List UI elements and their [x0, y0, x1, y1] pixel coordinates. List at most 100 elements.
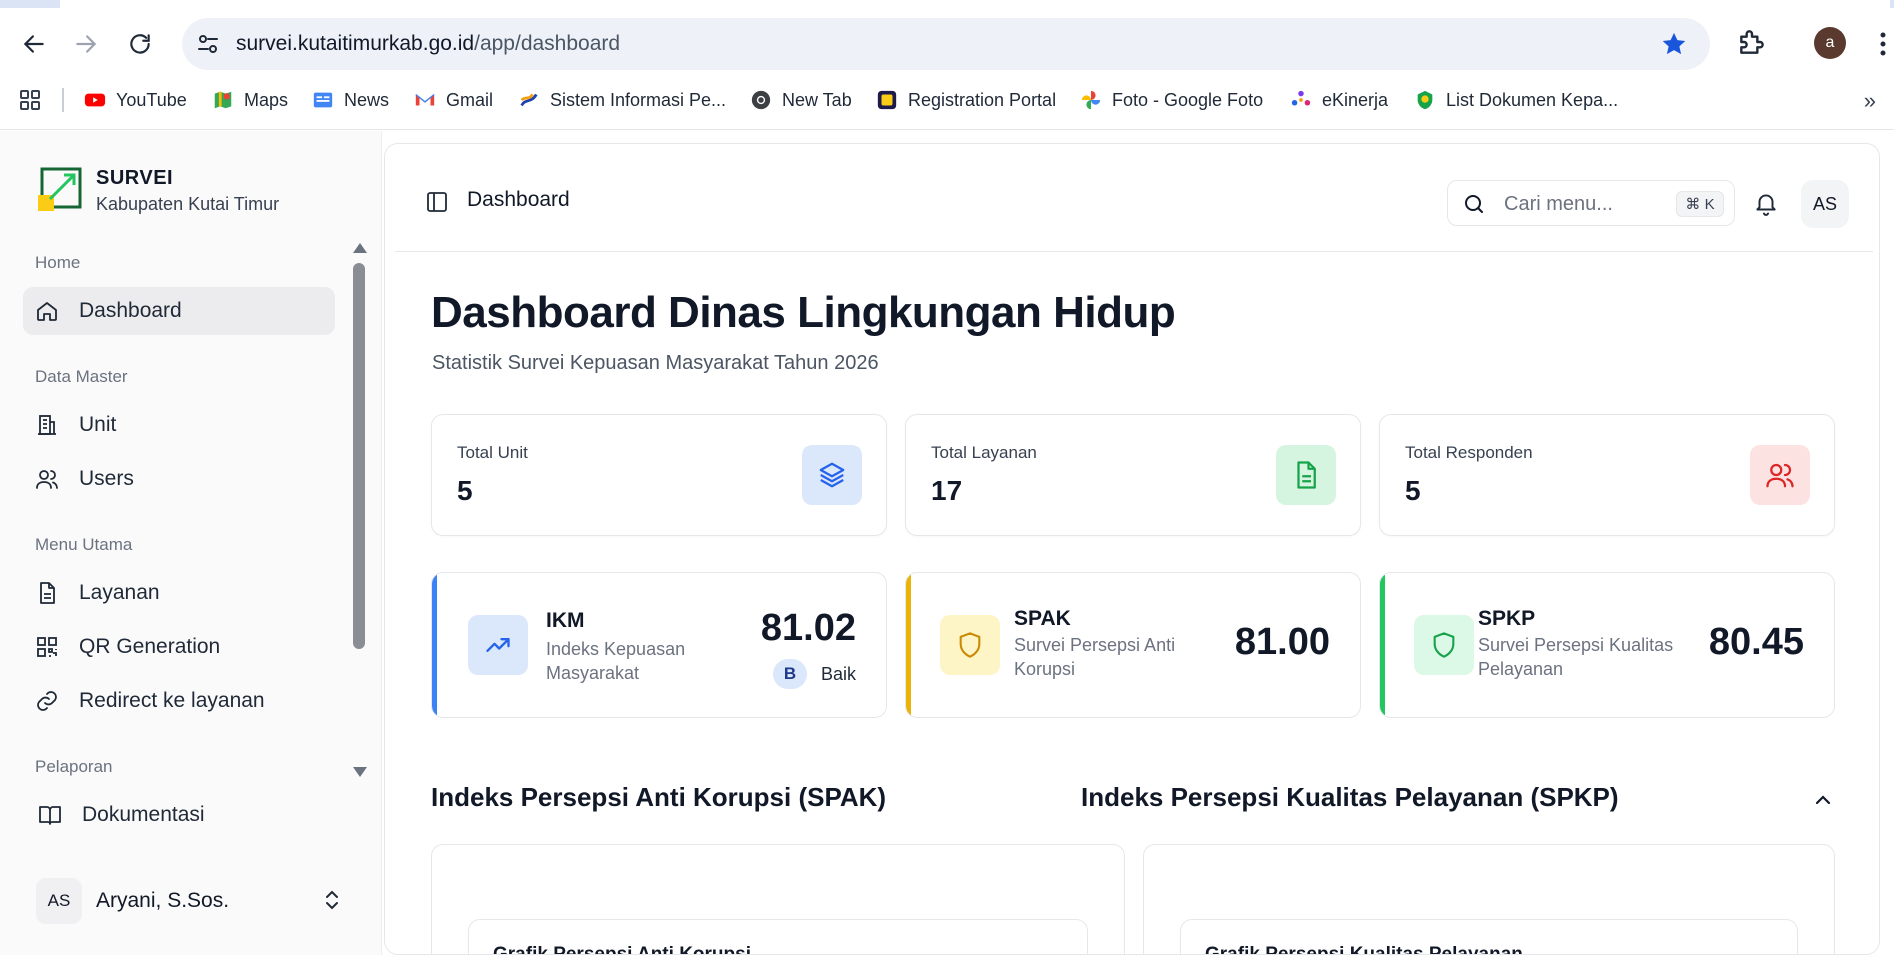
- sidebar-item-label: Layanan: [79, 581, 160, 604]
- sidebar-item-dokumentasi[interactable]: Dokumentasi: [26, 791, 338, 839]
- chevron-up-icon[interactable]: [1811, 788, 1835, 812]
- sidebar-item-qr-generation[interactable]: QR Generation: [23, 623, 335, 671]
- main-content: Dashboard Cari menu... ⌘ K AS Dashboard …: [384, 143, 1880, 955]
- chart-title: Grafik Persepsi Anti Korupsi: [493, 944, 751, 955]
- sidebar-item-label: Users: [79, 467, 134, 490]
- bookmark-google-photos[interactable]: Foto - Google Foto: [1080, 86, 1263, 114]
- grade-badge: B: [772, 659, 807, 689]
- portal-icon: [877, 90, 897, 110]
- url-text[interactable]: survei.kutaitimurkab.go.id/app/dashboard: [236, 32, 620, 56]
- section-label-menu-utama: Menu Utama: [35, 535, 133, 554]
- scroll-down-arrow[interactable]: [353, 767, 367, 777]
- search-input[interactable]: Cari menu... ⌘ K: [1447, 180, 1735, 226]
- score-value: 80.45: [1708, 621, 1804, 663]
- stat-label: Total Layanan: [931, 443, 1037, 462]
- site-settings-icon[interactable]: [196, 32, 220, 56]
- sidebar-item-dashboard[interactable]: Dashboard: [23, 287, 335, 335]
- grade-indicator: B Baik: [772, 659, 856, 689]
- sidebar-scrollbar[interactable]: [350, 243, 367, 783]
- bookmark-ekinerja[interactable]: eKinerja: [1290, 86, 1388, 114]
- score-card-spak: SPAK Survei Persepsi Anti Korupsi 81.00: [905, 572, 1361, 718]
- sidebar-item-label: Redirect ke layanan: [79, 689, 265, 712]
- bookmark-maps[interactable]: Maps: [212, 86, 288, 114]
- score-card-ikm: IKM Indeks Kepuasan Masyarakat 81.02 B B…: [431, 572, 887, 718]
- user-menu[interactable]: AS Aryani, S.Sos.: [36, 875, 348, 927]
- bookmark-new-tab[interactable]: New Tab: [750, 86, 852, 114]
- stat-icon-box: [1750, 445, 1810, 505]
- stat-card-total-unit: Total Unit 5: [431, 414, 887, 536]
- bookmark-news[interactable]: News: [312, 86, 389, 114]
- scroll-thumb[interactable]: [353, 263, 365, 649]
- stat-value: 17: [931, 475, 963, 506]
- brand[interactable]: SURVEI Kabupaten Kutai Timur: [36, 167, 279, 215]
- top-bar: Dashboard Cari menu... ⌘ K AS: [395, 144, 1873, 252]
- bookmark-label: Maps: [244, 89, 289, 110]
- bookmark-label: YouTube: [116, 89, 187, 110]
- section-label-data-master: Data Master: [35, 367, 128, 386]
- gmail-icon: [415, 93, 435, 106]
- chevrons-up-down-icon[interactable]: [320, 888, 344, 912]
- score-description: Survei Persepsi Kualitas Pelayanan: [1478, 635, 1674, 679]
- chart-panel-spkp: Grafik Persepsi Kualitas Pelayanan: [1180, 919, 1798, 954]
- bookmarks-bar: YouTube Maps News Gmail Sistem Informasi…: [0, 80, 1894, 120]
- reload-button[interactable]: [120, 24, 160, 64]
- card-accent-bar: [432, 573, 437, 717]
- book-open-icon: [39, 806, 61, 825]
- news-icon: [313, 92, 333, 108]
- stat-label: Total Unit: [457, 443, 528, 462]
- section-label-home: Home: [35, 253, 81, 272]
- bookmark-registration-portal[interactable]: Registration Portal: [876, 86, 1056, 114]
- scroll-up-arrow[interactable]: [353, 243, 367, 253]
- shield-icon: [959, 632, 981, 658]
- sidebar-item-redirect[interactable]: Redirect ke layanan: [23, 677, 335, 725]
- trending-up-icon: [486, 638, 510, 652]
- active-tab[interactable]: [60, 0, 1890, 8]
- sidebar: SURVEI Kabupaten Kutai Timur Home Dashbo…: [0, 131, 382, 955]
- bookmark-sip[interactable]: Sistem Informasi Pe...: [518, 86, 726, 114]
- stat-value: 5: [1405, 475, 1421, 506]
- stat-label: Total Responden: [1405, 443, 1533, 462]
- youtube-icon: [84, 93, 106, 107]
- back-button[interactable]: [14, 24, 54, 64]
- user-avatar-button[interactable]: AS: [1801, 180, 1849, 228]
- brand-title: SURVEI: [96, 167, 174, 189]
- shield-icon: [1433, 632, 1455, 658]
- stat-icon-box: [802, 445, 862, 505]
- apps-grid-icon[interactable]: [18, 88, 42, 112]
- brand-subtitle: Kabupaten Kutai Timur: [96, 194, 280, 214]
- bookmark-youtube[interactable]: YouTube: [84, 86, 187, 114]
- stat-value: 5: [457, 475, 473, 506]
- extensions-puzzle-icon[interactable]: [1736, 26, 1768, 58]
- users-icon: [1766, 463, 1794, 488]
- bookmark-separator: [62, 88, 64, 112]
- forward-button[interactable]: [66, 24, 106, 64]
- stat-card-total-responden: Total Responden 5: [1379, 414, 1835, 536]
- score-code: IKM: [546, 609, 585, 632]
- card-accent-bar: [906, 573, 911, 717]
- bookmark-label: Foto - Google Foto: [1112, 89, 1264, 110]
- link-icon: [37, 691, 57, 711]
- tab-strip: [0, 0, 1894, 8]
- sidebar-item-unit[interactable]: Unit: [23, 401, 335, 449]
- sidebar-toggle-icon[interactable]: [425, 190, 449, 214]
- bookmark-label: Gmail: [446, 89, 494, 110]
- sidebar-item-layanan[interactable]: Layanan: [23, 569, 335, 617]
- sidebar-item-label: Unit: [79, 413, 117, 436]
- address-bar[interactable]: survei.kutaitimurkab.go.id/app/dashboard: [182, 18, 1710, 70]
- qr-code-icon: [37, 637, 57, 657]
- bookmark-label: List Dokumen Kepa...: [1446, 89, 1619, 110]
- more-menu-icon[interactable]: [1878, 30, 1888, 58]
- score-description: Indeks Kepuasan Masyarakat: [546, 639, 686, 683]
- profile-avatar[interactable]: a: [1814, 27, 1846, 59]
- bookmark-label: Sistem Informasi Pe...: [550, 89, 727, 110]
- bookmarks-overflow-button[interactable]: »: [1864, 88, 1876, 114]
- bookmark-list-dokumen[interactable]: List Dokumen Kepa...: [1414, 86, 1618, 114]
- bookmark-gmail[interactable]: Gmail: [414, 86, 493, 114]
- bookmark-star-icon[interactable]: [1660, 30, 1688, 58]
- sidebar-item-label: Dashboard: [79, 299, 182, 322]
- score-card-spkp: SPKP Survei Persepsi Kualitas Pelayanan …: [1379, 572, 1835, 718]
- bell-icon[interactable]: [1753, 190, 1779, 216]
- score-icon-box: [468, 615, 528, 675]
- sidebar-item-users[interactable]: Users: [23, 455, 335, 503]
- page-subtitle: Statistik Survei Kepuasan Masyarakat Tah…: [432, 352, 879, 374]
